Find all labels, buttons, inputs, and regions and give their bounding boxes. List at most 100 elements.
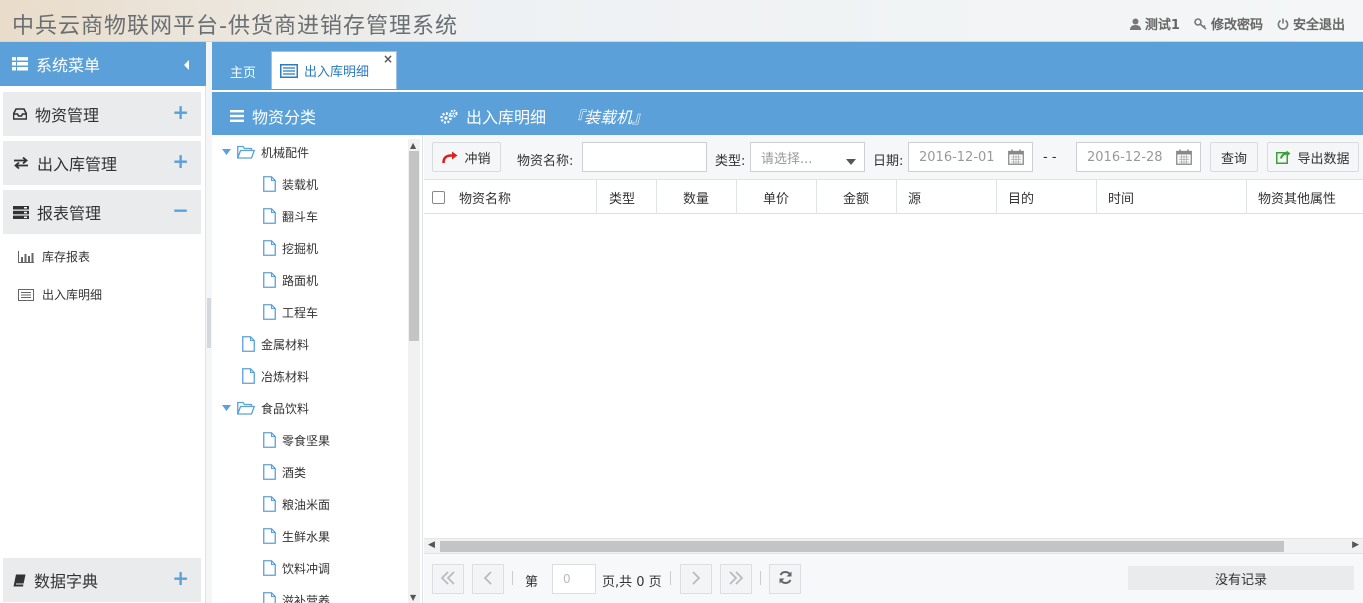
logout-link[interactable]: 安全退出 — [1277, 14, 1345, 33]
no-record-status: 没有记录 — [1128, 566, 1354, 590]
scrollbar-thumb[interactable] — [440, 541, 1284, 552]
tree-node[interactable]: 金属材料 — [242, 334, 309, 354]
type-select[interactable]: 请选择... — [750, 142, 865, 172]
collapse-icon[interactable]: − — [172, 200, 189, 220]
file-icon — [263, 464, 276, 480]
folder-open-icon — [237, 401, 255, 415]
scroll-right-icon[interactable]: ▶ — [1352, 540, 1359, 550]
pager-divider — [760, 571, 761, 585]
column-header-destination[interactable]: 目的 — [997, 180, 1097, 214]
scroll-left-icon[interactable]: ◀ — [428, 540, 435, 550]
column-header-source[interactable]: 源 — [897, 180, 997, 214]
sidebar-item-inout-detail[interactable]: 出入库明细 — [18, 286, 102, 303]
column-header-label: 单价 — [763, 191, 790, 207]
table-icon — [280, 63, 298, 78]
tree-node[interactable]: 粮油米面 — [263, 494, 330, 514]
tree-node[interactable]: 饮料冲调 — [263, 558, 330, 578]
column-header-amount[interactable]: 金额 — [817, 180, 897, 214]
splitter-handle[interactable] — [207, 298, 211, 348]
tree-node[interactable]: 滋补营养 — [263, 590, 330, 603]
tree-node[interactable]: 路面机 — [263, 270, 318, 290]
menu-group-reports[interactable]: 报表管理 − — [3, 190, 201, 234]
material-name-input[interactable] — [582, 142, 707, 172]
category-title: 物资分类 — [252, 108, 317, 127]
column-header-time[interactable]: 时间 — [1097, 180, 1247, 214]
grid-horizontal-scrollbar[interactable]: ◀ ▶ — [424, 538, 1363, 553]
close-tab-icon[interactable]: × — [383, 52, 393, 66]
scroll-up-icon[interactable]: ▲ — [410, 141, 416, 150]
tree-node[interactable]: 食品饮料 — [222, 398, 309, 418]
menu-group-label: 数据字典 — [34, 572, 99, 591]
refresh-button[interactable] — [769, 564, 801, 594]
column-header-type[interactable]: 类型 — [597, 180, 657, 214]
scrollbar-thumb[interactable] — [409, 151, 419, 341]
menu-group-stock-inout[interactable]: 出入库管理 + — [3, 141, 201, 185]
tree-node[interactable]: 酒类 — [263, 462, 306, 482]
expand-caret-icon[interactable] — [222, 405, 231, 411]
select-all-checkbox[interactable] — [432, 190, 445, 204]
tree-node[interactable]: 机械配件 — [222, 142, 309, 162]
tree-node[interactable]: 零食坚果 — [263, 430, 330, 450]
detail-toolbar: 冲销 物资名称: 类型: 请选择... 日期: 2016-12-01 - - 2… — [424, 135, 1363, 180]
file-icon — [263, 304, 276, 320]
type-placeholder: 请选择... — [761, 151, 813, 167]
user-menu[interactable]: 测试1 — [1129, 14, 1180, 33]
next-page-button[interactable] — [680, 564, 712, 594]
tree-node-label: 机械配件 — [261, 145, 310, 160]
query-button[interactable]: 查询 — [1210, 142, 1258, 172]
column-header-label: 数量 — [683, 191, 710, 207]
calendar-icon[interactable] — [1008, 149, 1024, 169]
page-number-input[interactable]: 0 — [552, 564, 596, 594]
prev-page-button[interactable] — [472, 564, 504, 594]
sidebar-title: 系统菜单 — [36, 56, 101, 75]
query-button-label: 查询 — [1220, 151, 1247, 167]
export-button[interactable]: 导出数据 — [1267, 142, 1359, 172]
tab-home[interactable]: 主页 — [230, 62, 256, 81]
detail-panel-header: 出入库明细 『装载机』 — [440, 104, 648, 128]
collapse-sidebar-icon[interactable] — [182, 56, 190, 75]
menu-group-label: 物资管理 — [35, 106, 100, 125]
reverse-button[interactable]: 冲销 — [432, 142, 501, 172]
menu-list-icon — [12, 57, 28, 71]
column-header-unit-price[interactable]: 单价 — [737, 180, 817, 214]
expand-caret-icon[interactable] — [222, 149, 231, 155]
column-header-name[interactable]: 物资名称 — [424, 180, 597, 214]
tree-node-label: 路面机 — [282, 273, 319, 288]
tree-scrollbar[interactable]: ▲ ▼ — [408, 139, 420, 603]
calendar-icon[interactable] — [1176, 149, 1192, 169]
date-to-value: 2016-12-28 — [1087, 149, 1163, 165]
scroll-down-icon[interactable]: ▼ — [410, 593, 416, 602]
first-page-button[interactable] — [432, 564, 464, 594]
user-name: 测试1 — [1144, 18, 1180, 33]
tree-node[interactable]: 工程车 — [263, 302, 318, 322]
last-page-button[interactable] — [720, 564, 752, 594]
tree-node[interactable]: 翻斗车 — [263, 206, 318, 226]
hamburger-icon — [230, 110, 244, 122]
expand-icon[interactable]: + — [172, 102, 189, 122]
tree-node[interactable]: 冶炼材料 — [242, 366, 309, 386]
name-label: 物资名称: — [517, 154, 574, 169]
tab-inout-detail[interactable]: 出入库明细 × — [271, 51, 397, 89]
tree-node-label: 挖掘机 — [282, 241, 319, 256]
expand-icon[interactable]: + — [172, 568, 189, 588]
app-header: 中兵云商物联网平台-供货商进销存管理系统 测试1 修改密码 安全退出 — [0, 0, 1363, 42]
tree-node-label: 滋补营养 — [282, 593, 331, 603]
sidebar-item-stock-report[interactable]: 库存报表 — [18, 248, 90, 265]
change-password-link[interactable]: 修改密码 — [1194, 14, 1263, 33]
user-links: 测试1 修改密码 安全退出 — [1129, 14, 1345, 33]
folder-open-icon — [237, 145, 255, 159]
tree-node[interactable]: 装载机 — [263, 174, 318, 194]
menu-group-data-dictionary[interactable]: 数据字典 + — [3, 558, 201, 602]
column-header-quantity[interactable]: 数量 — [657, 180, 737, 214]
tree-node[interactable]: 挖掘机 — [263, 238, 318, 258]
expand-icon[interactable]: + — [172, 151, 189, 171]
column-header-attributes[interactable]: 物资其他属性 — [1247, 180, 1363, 214]
file-icon — [263, 592, 276, 603]
menu-group-materials[interactable]: 物资管理 + — [3, 92, 201, 136]
double-chevron-left-icon — [440, 570, 456, 589]
date-to-input[interactable]: 2016-12-28 — [1076, 142, 1201, 172]
date-from-input[interactable]: 2016-12-01 — [908, 142, 1033, 172]
sidebar-item-label: 出入库明细 — [42, 288, 103, 302]
reverse-button-label: 冲销 — [464, 151, 491, 167]
tree-node[interactable]: 生鲜水果 — [263, 526, 330, 546]
